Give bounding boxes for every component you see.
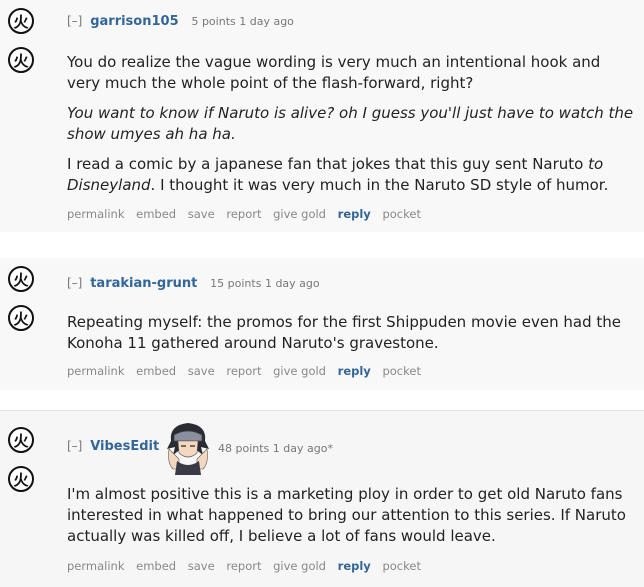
collapse-toggle[interactable]: [–] bbox=[67, 439, 82, 453]
comment-tarakian-grunt: 火 火 [–] tarakian-grunt 15 points 1 day a… bbox=[0, 258, 644, 390]
save-button[interactable]: save bbox=[188, 207, 215, 221]
report-button[interactable]: report bbox=[226, 207, 261, 221]
permalink-button[interactable]: permalink bbox=[67, 364, 125, 378]
save-button[interactable]: save bbox=[188, 559, 215, 573]
pocket-button[interactable]: pocket bbox=[382, 364, 421, 378]
give-gold-button[interactable]: give gold bbox=[273, 207, 326, 221]
embed-button[interactable]: embed bbox=[136, 364, 176, 378]
score-and-time: 15 points 1 day ago bbox=[210, 277, 320, 290]
comment-paragraph: I read a comic by a japanese fan that jo… bbox=[67, 154, 637, 196]
vote-arrows: 火 火 bbox=[8, 8, 40, 73]
comment-tagline: [–] garrison105 5 points 1 day ago bbox=[67, 14, 294, 29]
comment-paragraph: Repeating myself: the promos for the fir… bbox=[67, 313, 621, 352]
collapse-toggle[interactable]: [–] bbox=[67, 14, 82, 28]
score-tagline: 48 points 1 day ago* bbox=[218, 441, 333, 455]
comment-buttons: permalink embed save report give gold re… bbox=[67, 364, 429, 378]
text-segment: I read a comic by a japanese fan that jo… bbox=[67, 155, 589, 173]
embed-button[interactable]: embed bbox=[136, 207, 176, 221]
score-and-time: 48 points 1 day ago* bbox=[218, 442, 333, 455]
vote-arrows: 火 火 bbox=[8, 427, 40, 492]
comment-buttons: permalink embed save report give gold re… bbox=[67, 207, 429, 221]
comment-paragraph-italic: You want to know if Naruto is alive? oh … bbox=[67, 103, 637, 145]
comment-body: You do realize the vague wording is very… bbox=[67, 52, 637, 205]
score-and-time: 5 points 1 day ago bbox=[191, 15, 294, 28]
permalink-button[interactable]: permalink bbox=[67, 207, 125, 221]
italic-text: You want to know if Naruto is alive? oh … bbox=[67, 104, 634, 143]
comment-paragraph: I'm almost positive this is a marketing … bbox=[67, 485, 626, 545]
permalink-button[interactable]: permalink bbox=[67, 559, 125, 573]
pocket-button[interactable]: pocket bbox=[382, 207, 421, 221]
comment-tagline: [–] VibesEdit bbox=[67, 439, 168, 454]
reply-button[interactable]: reply bbox=[338, 559, 371, 573]
vote-arrows: 火 火 bbox=[8, 266, 40, 331]
report-button[interactable]: report bbox=[226, 559, 261, 573]
comment-tagline: [–] tarakian-grunt 15 points 1 day ago bbox=[67, 276, 320, 291]
comment-buttons: permalink embed save report give gold re… bbox=[67, 559, 429, 573]
comment-body: Repeating myself: the promos for the fir… bbox=[67, 312, 637, 363]
reply-button[interactable]: reply bbox=[338, 364, 371, 378]
give-gold-button[interactable]: give gold bbox=[273, 364, 326, 378]
author-link[interactable]: tarakian-grunt bbox=[90, 276, 197, 291]
reply-button[interactable]: reply bbox=[338, 207, 371, 221]
downvote-icon[interactable]: 火 bbox=[8, 305, 34, 331]
comment-vibesedit: 火 火 [–] VibesEdit 48 points 1 day ago* I… bbox=[0, 410, 644, 587]
report-button[interactable]: report bbox=[226, 364, 261, 378]
pocket-button[interactable]: pocket bbox=[382, 559, 421, 573]
embed-button[interactable]: embed bbox=[136, 559, 176, 573]
comment-paragraph: You do realize the vague wording is very… bbox=[67, 53, 601, 92]
comment-body: I'm almost positive this is a marketing … bbox=[67, 484, 637, 556]
user-flair-avatar bbox=[167, 423, 209, 475]
save-button[interactable]: save bbox=[188, 364, 215, 378]
give-gold-button[interactable]: give gold bbox=[273, 559, 326, 573]
author-link[interactable]: VibesEdit bbox=[90, 439, 159, 454]
author-link[interactable]: garrison105 bbox=[90, 14, 178, 29]
upvote-icon[interactable]: 火 bbox=[8, 266, 34, 292]
comment-garrison105: 火 火 [–] garrison105 5 points 1 day ago Y… bbox=[0, 0, 644, 232]
upvote-icon[interactable]: 火 bbox=[8, 8, 34, 34]
collapse-toggle[interactable]: [–] bbox=[67, 276, 82, 290]
downvote-icon[interactable]: 火 bbox=[8, 47, 34, 73]
upvote-icon[interactable]: 火 bbox=[8, 427, 34, 453]
text-segment: . I thought it was very much in the Naru… bbox=[150, 176, 609, 194]
downvote-icon[interactable]: 火 bbox=[8, 466, 34, 492]
